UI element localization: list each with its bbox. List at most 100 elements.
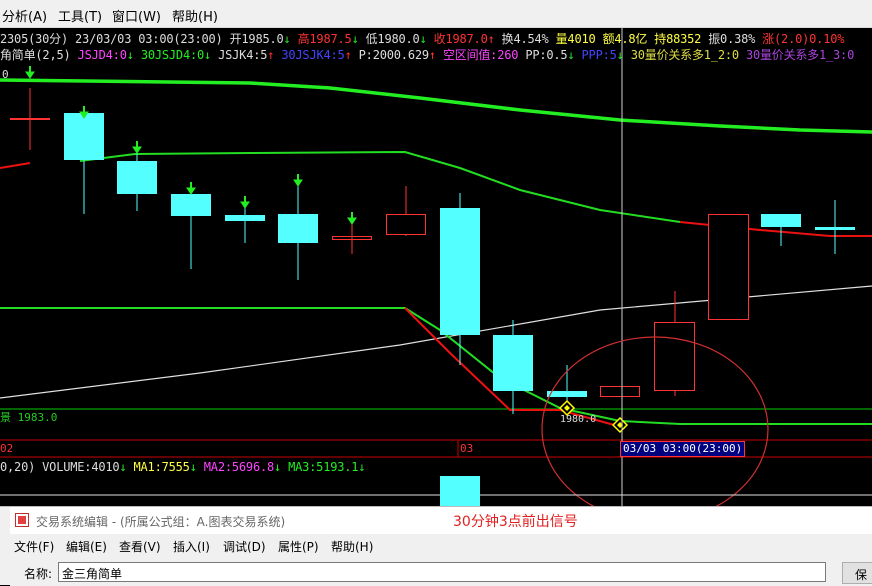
editor-menu-view[interactable]: 查看(V) <box>119 538 161 555</box>
volume-ma1: MA1:7555 <box>133 460 190 474</box>
quote-close: 收1987.0 <box>433 32 488 46</box>
indicator-name: 角简单(2,5) <box>0 48 71 62</box>
volume-arrow-icon: ↓ <box>119 460 127 474</box>
name-label: 名称: <box>24 567 53 581</box>
indicator-gap: 空区间值:260 <box>442 48 519 62</box>
quote-high-arrow-icon: ↓ <box>351 32 359 46</box>
quote-open-arrow-icon: ↓ <box>283 32 291 46</box>
arrow-marker-4 <box>186 182 196 195</box>
time-axis-mid-label: 03 <box>460 442 474 455</box>
arrow-marker-7 <box>347 212 357 225</box>
crosshair-time-label: 03/03 03:00(23:00) <box>620 441 746 457</box>
trading-system-editor: 交易系统编辑 - (所属公式组：A.图表交易系统) 30分钟3点前出信号 文件(… <box>0 506 872 586</box>
menu-window[interactable]: 窗口(W) <box>112 6 161 25</box>
left-red-segment <box>0 162 31 169</box>
arrow-marker-3 <box>132 141 142 154</box>
candle-9-body <box>440 208 480 335</box>
save-button[interactable]: 保 <box>842 562 872 584</box>
arrow-marker-5 <box>240 196 250 209</box>
kline-chart-area[interactable]: 2305(30分) 23/03/03 03:00(23:00) 开1985.0↓… <box>0 28 872 506</box>
volume-ma3: MA3:5193.1 <box>288 460 359 474</box>
ma-lower-green-line <box>0 307 872 425</box>
arrow-marker-6 <box>293 174 303 187</box>
indicator-rel2: 30量价关系多1_3:0 <box>745 48 855 62</box>
quote-volume: 量4010 <box>555 32 596 46</box>
indicator-pp: PP:0.5 <box>525 48 568 62</box>
ma3-arrow-icon: ↓ <box>358 460 366 474</box>
indicator-jsjd30: 30JSJD4:0 <box>140 48 205 62</box>
indicator-jsjk4: JSJK4:5 <box>218 48 268 62</box>
editor-app-icon <box>15 513 29 527</box>
candle-15-body <box>761 214 801 227</box>
name-input-value: 金三角简单 <box>62 567 123 581</box>
arrow-marker-1 <box>25 66 35 79</box>
jsjd4-arrow-icon: ↓ <box>126 48 134 62</box>
signal-price-label: 1980.0 <box>560 414 597 425</box>
jsjk30-arrow-icon: ↑ <box>344 48 352 62</box>
editor-menu-properties[interactable]: 属性(P) <box>278 538 319 555</box>
indicator-p: P:2000.629 <box>358 48 429 62</box>
candle-6-body <box>278 214 318 243</box>
volume-params: 0,20) <box>0 460 36 474</box>
quote-low-arrow-icon: ↓ <box>419 32 427 46</box>
quote-turnover: 换4.54% <box>501 32 549 46</box>
indicator-jsjd4: JSJD4:0 <box>77 48 127 62</box>
candle-5-body <box>225 215 265 221</box>
price-level-label: 景 1983.0 <box>0 411 58 424</box>
quote-low: 低1980.0 <box>365 32 420 46</box>
quote-amplitude: 振0.38% <box>708 32 756 46</box>
quote-amount: 额4.8亿 <box>602 32 648 46</box>
ma1-arrow-icon: ↓ <box>189 460 197 474</box>
volume-ma2: MA2:5696.8 <box>203 460 275 474</box>
quote-open: 开1985.0 <box>229 32 284 46</box>
editor-menu-debug[interactable]: 调试(D) <box>223 538 266 555</box>
menu-tools[interactable]: 工具(T) <box>58 6 102 25</box>
editor-menu-edit[interactable]: 编辑(E) <box>66 538 107 555</box>
editor-name-row: 名称: 金三角简单 保 <box>10 559 872 586</box>
quote-datetime: 23/03/03 03:00(23:00) <box>75 32 223 46</box>
quote-open-interest: 持88352 <box>654 32 702 46</box>
jsjd30-arrow-icon: ↓ <box>204 48 212 62</box>
kline-chart-svg[interactable] <box>0 28 872 506</box>
candlesticks <box>10 88 855 414</box>
candle-12-body <box>600 386 640 397</box>
candle-2-body <box>64 113 104 160</box>
candle-14-body <box>708 214 749 320</box>
indicator-rel1: 30量价关系多1_2:0 <box>630 48 739 62</box>
jsjk4-arrow-icon: ↑ <box>267 48 275 62</box>
menu-help[interactable]: 帮助(H) <box>172 6 218 25</box>
price-scale-label: 0 <box>2 68 9 81</box>
quote-close-arrow-icon: ↑ <box>487 32 495 46</box>
annotation-text: 30分钟3点前出信号 <box>453 514 578 530</box>
candle-3-body <box>117 161 157 194</box>
save-button-label: 保 <box>855 568 868 582</box>
candle-8-body <box>386 214 426 235</box>
quote-high: 高1987.5 <box>297 32 352 46</box>
editor-menu-insert[interactable]: 插入(I) <box>173 538 210 555</box>
volume-value: VOLUME:4010 <box>42 460 120 474</box>
time-axis-left-label: 02 <box>0 442 14 455</box>
editor-menu-file[interactable]: 文件(F) <box>14 538 54 555</box>
volume-info-line: 0,20) VOLUME:4010↓ MA1:7555↓ MA2:5696.8↓… <box>0 460 366 474</box>
editor-menu-help[interactable]: 帮助(H) <box>331 538 373 555</box>
quote-change: 涨(2.0)0.10% <box>762 32 845 46</box>
editor-title: 交易系统编辑 - (所属公式组：A.图表交易系统) <box>36 515 286 529</box>
candle-11-body <box>547 391 587 397</box>
pp-arrow-icon: ↓ <box>567 48 575 62</box>
candle-13-body <box>654 322 695 391</box>
ma2-arrow-icon: ↓ <box>274 460 282 474</box>
indicator-jsjk30: 30JSJK4:5 <box>281 48 345 62</box>
indicator-info-line: 角简单(2,5) JSJD4:0↓ 30JSJD4:0↓ JSJK4:5↑ 30… <box>0 46 854 63</box>
ma-top-green-line <box>0 78 872 134</box>
p-arrow-icon: ↑ <box>428 48 436 62</box>
volume-bar <box>440 476 480 506</box>
main-menubar: 分析(A) 工具(T) 窗口(W) 帮助(H) <box>0 0 872 28</box>
editor-menubar: 文件(F) 编辑(E) 查看(V) 插入(I) 调试(D) 属性(P) 帮助(H… <box>10 535 872 557</box>
ppp-arrow-icon: ↓ <box>616 48 624 62</box>
candle-10-body <box>493 335 533 391</box>
candle-16-body <box>815 227 855 230</box>
menu-analysis[interactable]: 分析(A) <box>2 6 47 25</box>
indicator-ppp: PPP:5 <box>581 48 617 62</box>
candle-4-body <box>171 194 211 216</box>
name-input[interactable]: 金三角简单 <box>58 562 826 582</box>
